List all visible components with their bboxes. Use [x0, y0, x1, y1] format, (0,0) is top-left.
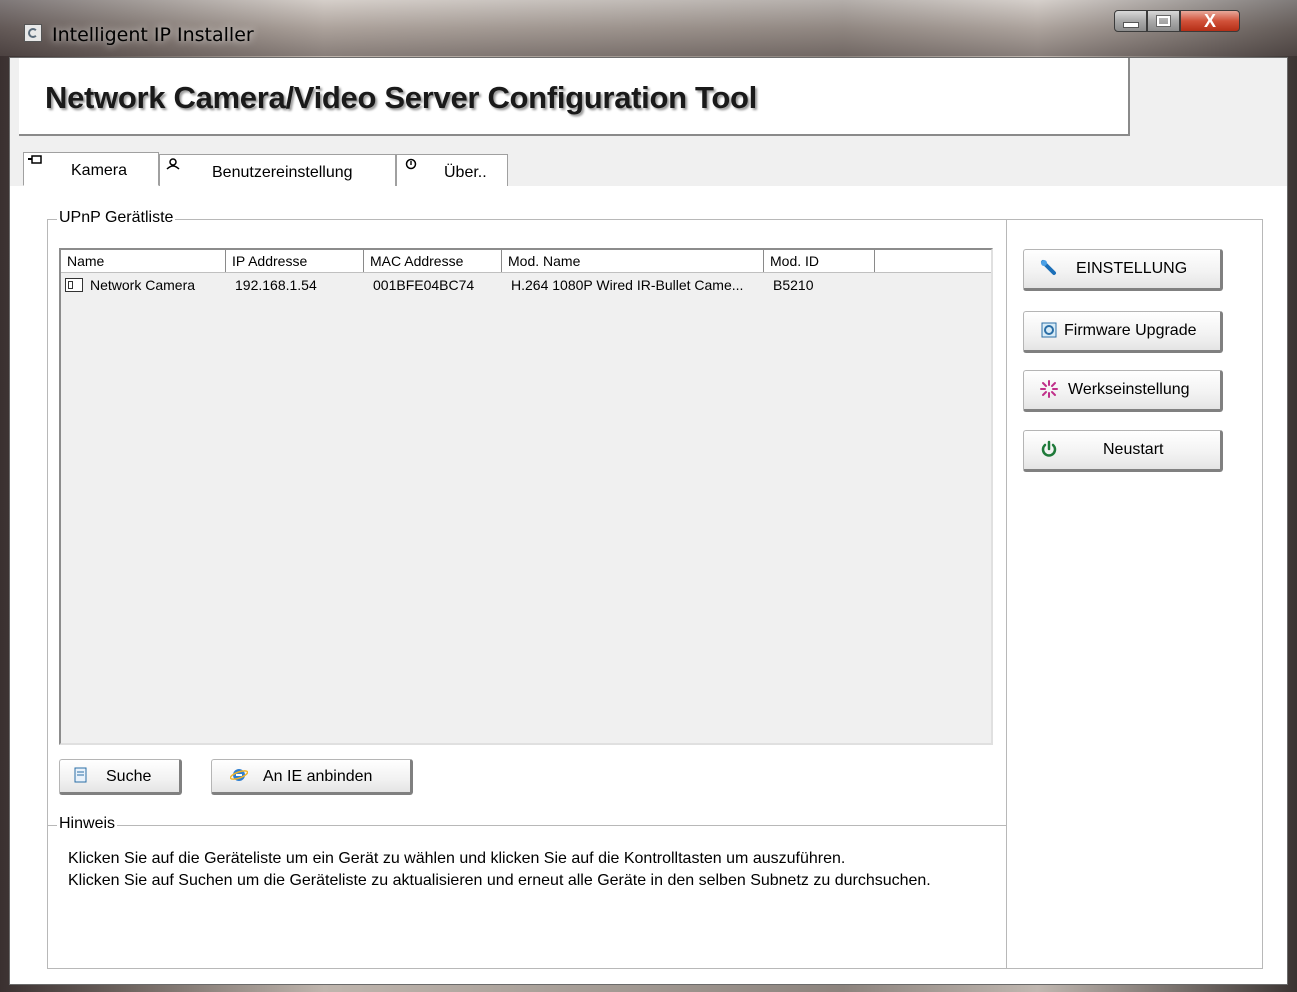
firmware-upgrade-button[interactable]: Firmware Upgrade: [1023, 311, 1223, 353]
werkseinstellung-button[interactable]: Werkseinstellung: [1023, 370, 1223, 412]
suche-label: Suche: [106, 768, 152, 785]
tab-kamera[interactable]: Kamera: [23, 152, 159, 186]
power-icon: [1040, 440, 1058, 463]
window-controls: X: [1114, 10, 1240, 32]
device-list[interactable]: Name IP Addresse MAC Addresse Mod. Name …: [59, 248, 993, 745]
tab-ueber-label: Über..: [444, 164, 487, 181]
neustart-button[interactable]: Neustart: [1023, 430, 1223, 472]
title-bar[interactable]: Intelligent IP Installer X: [0, 0, 1297, 56]
column-header-mod-name[interactable]: Mod. Name: [502, 250, 764, 272]
tab-benutzereinstellung[interactable]: Benutzereinstellung: [159, 154, 396, 186]
camera-icon: [28, 153, 42, 168]
header-banner: Network Camera/Video Server Configuratio…: [19, 58, 1130, 136]
neustart-label: Neustart: [1103, 441, 1164, 458]
column-header-name[interactable]: Name: [61, 250, 226, 272]
close-icon: X: [1203, 10, 1216, 31]
tab-kamera-label: Kamera: [71, 162, 128, 179]
suche-button[interactable]: Suche: [59, 759, 182, 795]
einstellung-label: EINSTELLUNG: [1076, 260, 1188, 277]
close-button[interactable]: X: [1180, 10, 1240, 32]
firmware-icon: [1040, 321, 1058, 344]
device-list-header: Name IP Addresse MAC Addresse Mod. Name …: [61, 250, 991, 273]
client-area: Network Camera/Video Server Configuratio…: [9, 57, 1288, 985]
column-header-mac[interactable]: MAC Addresse: [364, 250, 502, 272]
page-title: Network Camera/Video Server Configuratio…: [45, 80, 757, 115]
user-icon: [166, 158, 180, 173]
tab-benutzereinstellung-label: Benutzereinstellung: [212, 164, 353, 181]
wrench-icon: [1040, 259, 1058, 282]
hint-separator: [47, 825, 1006, 826]
window-title: Intelligent IP Installer: [52, 24, 254, 46]
tab-ueber[interactable]: Über..: [396, 154, 508, 186]
an-ie-anbinden-label: An IE anbinden: [263, 768, 373, 785]
hint-label: Hinweis: [57, 815, 118, 833]
an-ie-anbinden-button[interactable]: An IE anbinden: [211, 759, 413, 795]
maximize-icon: [1156, 15, 1171, 27]
info-icon: [405, 158, 417, 173]
row-mac: 001BFE04BC74: [373, 277, 475, 293]
firmware-upgrade-label: Firmware Upgrade: [1064, 322, 1197, 339]
kamera-tab-panel: UPnP Gerätliste Name IP Addresse MAC Add…: [10, 186, 1287, 984]
factory-reset-icon: [1040, 380, 1058, 403]
app-window: Intelligent IP Installer X Network Camer…: [0, 0, 1297, 992]
app-logo-icon: [24, 24, 42, 42]
search-document-icon: [74, 767, 88, 788]
werkseinstellung-label: Werkseinstellung: [1068, 381, 1190, 398]
table-row[interactable]: Network Camera 192.168.1.54 001BFE04BC74…: [61, 274, 991, 296]
minimize-icon: [1122, 22, 1139, 28]
column-header-mod-id[interactable]: Mod. ID: [764, 250, 875, 272]
column-header-ip[interactable]: IP Addresse: [226, 250, 364, 272]
row-mod-id: B5210: [773, 277, 814, 293]
row-mod-name: H.264 1080P Wired IR-Bullet Came...: [511, 277, 744, 293]
device-group-label: UPnP Gerätliste: [57, 209, 176, 227]
tab-bar: Kamera Benutzereinstellung Über..: [10, 150, 1287, 187]
hint-line-1: Klicken Sie auf die Geräteliste um ein G…: [68, 850, 846, 867]
einstellung-button[interactable]: EINSTELLUNG: [1023, 249, 1223, 291]
maximize-button[interactable]: [1147, 10, 1180, 32]
hint-line-2: Klicken Sie auf Suchen um die Gerätelist…: [68, 872, 931, 889]
internet-explorer-icon: [229, 767, 249, 788]
hint-text: Klicken Sie auf die Geräteliste um ein G…: [68, 848, 968, 892]
row-ip: 192.168.1.54: [235, 277, 317, 293]
column-divider: [1006, 220, 1007, 968]
row-name: Network Camera: [90, 277, 196, 293]
minimize-button[interactable]: [1114, 10, 1147, 32]
network-camera-icon: [65, 278, 83, 292]
